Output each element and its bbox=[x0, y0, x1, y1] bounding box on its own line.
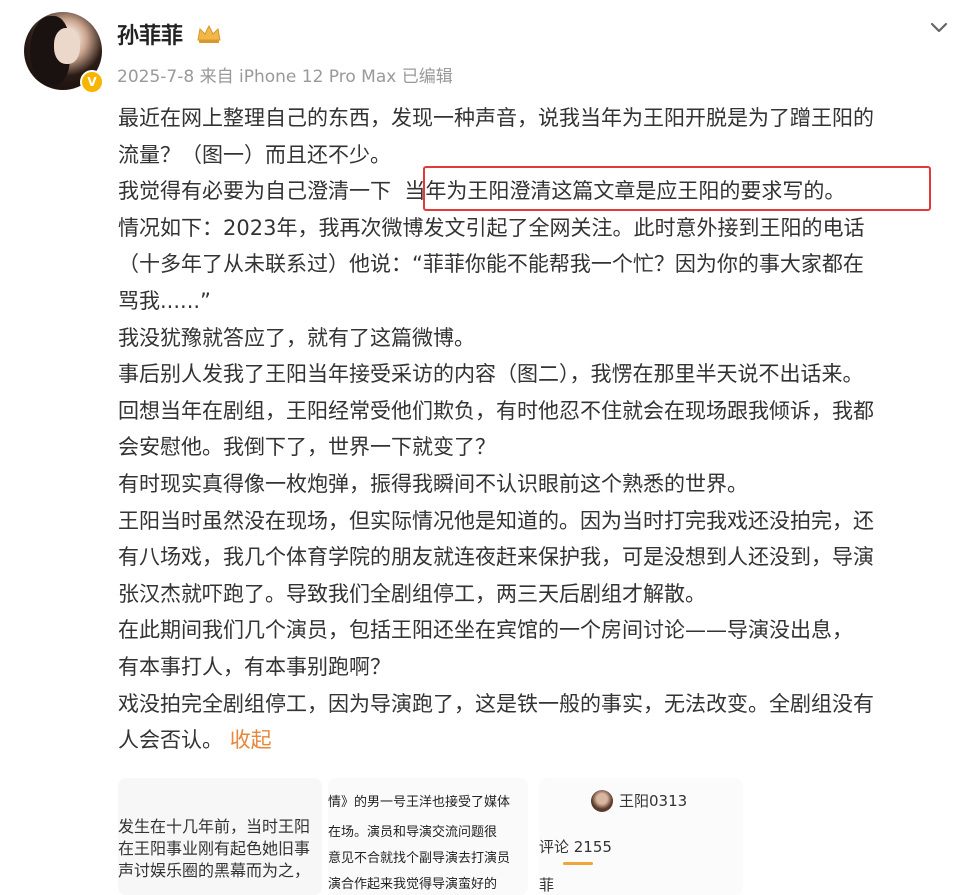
post-line: 人会否认。 收起 bbox=[118, 722, 948, 759]
post-header: V 孙菲菲 2025-7-8 来自 iPhone 12 Pro Max 已编辑 bbox=[0, 0, 960, 100]
post-line-text: 我觉得有必要为自己澄清一下 bbox=[118, 179, 391, 204]
thumbnail-text: 情》的男一号王洋也接受了媒体 bbox=[328, 795, 511, 810]
avatar-face bbox=[54, 28, 80, 64]
post-line: （十多年了从未联系过）他说：“菲菲你能不能帮我一个忙？因为你的事大家都在 bbox=[118, 252, 864, 277]
post-line: 情况如下：2023年，我再次微博发文引起了全网关注。此时意外接到王阳的电话 bbox=[118, 215, 865, 240]
post-line: 戏没拍完全剧组停工，因为导演跑了，这是铁一般的事实，无法改变。全剧组没有 bbox=[118, 691, 874, 716]
post-line: 有本事打人，有本事别跑啊？ bbox=[118, 654, 391, 679]
thumbnail-image-2[interactable]: 情》的男一号王洋也接受了媒体 在场。演员和导演交流问题很 意见不合就找个副导演去… bbox=[328, 778, 528, 895]
post-line: 有八场戏，我几个体育学院的朋友就连夜赶来保护我，可是没想到人还没到，导演 bbox=[118, 545, 874, 570]
collapse-link[interactable]: 收起 bbox=[230, 728, 272, 752]
post-line: 事后别人发我了王阳当年接受采访的内容（图二），我愣在那里半天说不出话来。 bbox=[118, 362, 864, 387]
thumbnail-text: 菲 bbox=[539, 876, 555, 894]
post-line: 在此期间我们几个演员，包括王阳还坐在宾馆的一个房间讨论——导演没出息， bbox=[118, 618, 853, 643]
thumbnail-text: 在场。演员和导演交流问题很 bbox=[328, 825, 498, 840]
avatar bbox=[591, 790, 613, 812]
post-line: 我觉得有必要为自己澄清一下 当年为王阳澄清这篇文章是应王阳的要求写的。 bbox=[118, 173, 948, 210]
post-line: 张汉杰就吓跑了。导致我们全剧组停工，两三天后剧组才解散。 bbox=[118, 581, 706, 606]
post-line: 流量？（图一）而且还不少。 bbox=[118, 142, 391, 167]
thumbnail-username: 王阳0313 bbox=[619, 792, 688, 810]
post-line: 回想当年在剧组，王阳经常受他们欺负，有时他忍不住就会在现场跟我倾诉，我都 bbox=[118, 398, 874, 423]
thumbnail-text: 发生在十几年前，当时王阳 bbox=[118, 817, 311, 836]
post-line: 会安慰他。我倒下了，世界一下就变了？ bbox=[118, 435, 496, 460]
thumbnail-image-3[interactable]: 王阳0313 评论 2155 菲 bbox=[539, 778, 743, 895]
post-meta: 2025-7-8 来自 iPhone 12 Pro Max 已编辑 bbox=[117, 67, 453, 87]
post-body: 最近在网上整理自己的东西，发现一种声音，说我当年为王阳开脱是为了蹭王阳的 流量？… bbox=[118, 100, 948, 759]
post-line: 我没犹豫就答应了，就有了这篇微博。 bbox=[118, 325, 475, 350]
thumbnail-text: …… bbox=[118, 883, 150, 895]
crown-icon bbox=[197, 24, 221, 43]
image-thumbnails: 发生在十几年前，当时王阳 在王阳事业刚有起色她旧事 声讨娱乐圈的黑幕而为之， …… bbox=[118, 778, 958, 895]
post-line: 王阳当时虽然没在现场，但实际情况他是知道的。因为当时打完我戏还没拍完，还 bbox=[118, 508, 874, 533]
thumbnail-comment-count: 评论 2155 bbox=[539, 838, 612, 856]
verified-v-icon: V bbox=[80, 70, 104, 94]
thumbnail-text: 声讨娱乐圈的黑幕而为之， bbox=[118, 861, 311, 880]
thumbnail-image-1[interactable]: 发生在十几年前，当时王阳 在王阳事业刚有起色她旧事 声讨娱乐圈的黑幕而为之， …… bbox=[118, 778, 322, 895]
thumbnail-text: 演合作起来我觉得导演蛮好的 bbox=[328, 877, 498, 892]
tab-underline bbox=[563, 862, 593, 865]
post-line: 最近在网上整理自己的东西，发现一种声音，说我当年为王阳开脱是为了蹭王阳的 bbox=[118, 106, 874, 130]
post-line: 骂我......” bbox=[118, 288, 211, 313]
highlighted-text: 当年为王阳澄清这篇文章是应王阳的要求写的。 bbox=[404, 179, 846, 204]
thumbnail-text: 在王阳事业刚有起色她旧事 bbox=[118, 839, 311, 858]
chevron-down-icon[interactable] bbox=[928, 16, 950, 38]
post-line-text: 人会否认。 bbox=[118, 728, 223, 753]
thumbnail-text: 意见不合就找个副导演去打演员 bbox=[328, 851, 511, 866]
username[interactable]: 孙菲菲 bbox=[117, 18, 183, 50]
post-line: 有时现实真得像一枚炮弹，振得我瞬间不认识眼前这个熟悉的世界。 bbox=[118, 471, 748, 496]
